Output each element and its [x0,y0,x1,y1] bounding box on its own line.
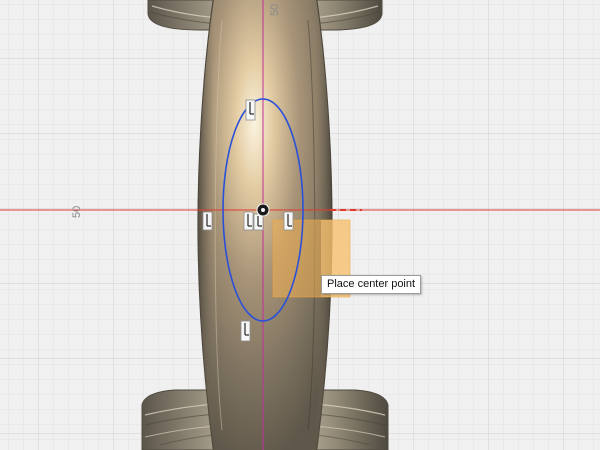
cursor-tooltip: Place center point [321,275,422,294]
top-axis-label: 50 [269,4,281,16]
coincident-constraint-icon[interactable] [253,213,264,231]
canvas-viewport[interactable]: 50 50 Place center point [0,0,600,450]
left-axis-label: 50 [71,206,83,218]
center-point-marker[interactable] [256,203,270,217]
vertical-constraint-icon[interactable] [240,320,251,342]
design-canvas[interactable]: 50 50 [0,0,600,450]
horizontal-constraint-icon[interactable] [245,99,256,121]
horizontal-constraint-icon[interactable] [283,211,294,231]
horizontal-constraint-icon[interactable] [202,211,213,231]
vertical-constraint-icon[interactable] [243,211,254,231]
